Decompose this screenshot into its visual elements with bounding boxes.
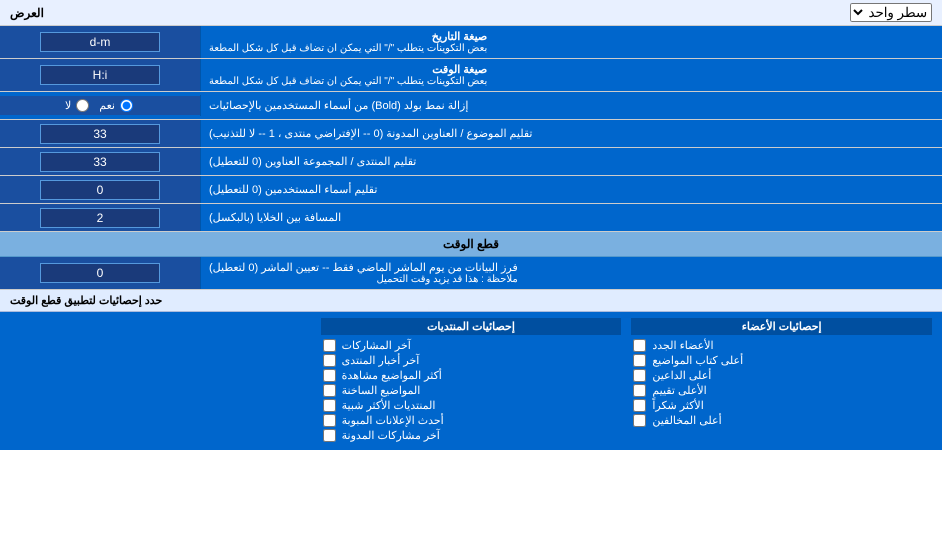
cutoff-row: فرز البيانات من يوم الماشر الماضي فقط --…: [0, 257, 942, 290]
display-select-area[interactable]: سطر واحد سطرين ثلاثة أسطر: [850, 3, 932, 22]
forum-title-count-input-area[interactable]: [0, 148, 200, 175]
cutoff-label: فرز البيانات من يوم الماشر الماضي فقط --…: [200, 257, 942, 289]
checkbox-top-topic-writers[interactable]: أعلى كتاب المواضيع: [631, 354, 932, 367]
date-format-row: صيغة التاريخ بعض التكوينات يتطلب "/" الت…: [0, 26, 942, 59]
col-empty: [10, 318, 311, 444]
gap-between-row: المسافة بين الخلايا (بالبكسل): [0, 204, 942, 232]
checkbox-top-inviters[interactable]: أعلى الداعين: [631, 369, 932, 382]
checkbox-latest-classified-ads[interactable]: أحدث الإعلانات المبوبة: [321, 414, 622, 427]
checkbox-top-rated-input[interactable]: [633, 384, 646, 397]
bold-remove-row: إزالة نمط بولد (Bold) من أسماء المستخدمي…: [0, 92, 942, 120]
checkbox-most-thankful[interactable]: الأكثر شكراً: [631, 399, 932, 412]
display-label: العرض: [10, 6, 44, 20]
checkbox-top-inviters-input[interactable]: [633, 369, 646, 382]
usernames-count-row: تقليم أسماء المستخدمين (0 للتعطيل): [0, 176, 942, 204]
col-forums-title: إحصائيات المنتديات: [321, 318, 622, 335]
forum-title-count-row: تقليم المنتدى / المجموعة العناوين (0 للت…: [0, 148, 942, 176]
date-format-input[interactable]: [40, 32, 160, 52]
usernames-count-label: تقليم أسماء المستخدمين (0 للتعطيل): [200, 176, 942, 203]
checkbox-latest-blog-posts[interactable]: آخر مشاركات المدونة: [321, 429, 622, 442]
time-format-label: صيغة الوقت بعض التكوينات يتطلب "/" التي …: [200, 59, 942, 91]
bold-remove-no-label[interactable]: لا: [65, 99, 91, 112]
checkbox-most-similar-forums[interactable]: المنتديات الأكثر شبية: [321, 399, 622, 412]
col-members-title: إحصائيات الأعضاء: [631, 318, 932, 335]
topic-title-count-input[interactable]: [40, 124, 160, 144]
checkbox-top-topic-writers-input[interactable]: [633, 354, 646, 367]
date-format-label: صيغة التاريخ بعض التكوينات يتطلب "/" الت…: [200, 26, 942, 58]
bold-remove-no-radio[interactable]: [76, 99, 89, 112]
checkbox-top-violators-input[interactable]: [633, 414, 646, 427]
gap-between-input[interactable]: [40, 208, 160, 228]
bold-remove-yes-label[interactable]: نعم: [99, 99, 135, 112]
col-members-stats: إحصائيات الأعضاء الأعضاء الجدد أعلى كتاب…: [631, 318, 932, 444]
cutoff-section-header: قطع الوقت: [0, 232, 942, 257]
checkbox-new-members[interactable]: الأعضاء الجدد: [631, 339, 932, 352]
bold-remove-yes-radio[interactable]: [120, 99, 133, 112]
forum-title-count-input[interactable]: [40, 152, 160, 172]
checkbox-most-viewed-input[interactable]: [323, 369, 336, 382]
checkbox-latest-classified-ads-input[interactable]: [323, 414, 336, 427]
time-format-input[interactable]: [40, 65, 160, 85]
gap-between-label: المسافة بين الخلايا (بالبكسل): [200, 204, 942, 231]
checkbox-latest-posts-input[interactable]: [323, 339, 336, 352]
topic-title-count-input-area[interactable]: [0, 120, 200, 147]
col-forums-stats: إحصائيات المنتديات آخر المشاركات آخر أخب…: [321, 318, 622, 444]
display-select[interactable]: سطر واحد سطرين ثلاثة أسطر: [850, 3, 932, 22]
bold-remove-radio-area: نعم لا: [0, 96, 200, 115]
time-format-row: صيغة الوقت بعض التكوينات يتطلب "/" التي …: [0, 59, 942, 92]
cutoff-input[interactable]: [40, 263, 160, 283]
limit-label-row: حدد إحصائيات لتطبيق قطع الوقت: [0, 290, 942, 312]
checkbox-top-violators[interactable]: أعلى المخالفين: [631, 414, 932, 427]
checkbox-most-viewed[interactable]: أكثر المواضيع مشاهدة: [321, 369, 622, 382]
checkbox-new-members-input[interactable]: [633, 339, 646, 352]
checkbox-latest-posts[interactable]: آخر المشاركات: [321, 339, 622, 352]
checkbox-most-similar-forums-input[interactable]: [323, 399, 336, 412]
checkbox-latest-blog-posts-input[interactable]: [323, 429, 336, 442]
display-row: سطر واحد سطرين ثلاثة أسطر العرض: [0, 0, 942, 26]
checkbox-forum-news-input[interactable]: [323, 354, 336, 367]
time-format-input-area[interactable]: [0, 59, 200, 91]
topic-title-count-row: تقليم الموضوع / العناوين المدونة (0 -- ا…: [0, 120, 942, 148]
gap-between-input-area[interactable]: [0, 204, 200, 231]
checkbox-top-rated[interactable]: الأعلى تقييم: [631, 384, 932, 397]
checkbox-hot-topics-input[interactable]: [323, 384, 336, 397]
date-format-input-area[interactable]: [0, 26, 200, 58]
forum-title-count-label: تقليم المنتدى / المجموعة العناوين (0 للت…: [200, 148, 942, 175]
bold-remove-label: إزالة نمط بولد (Bold) من أسماء المستخدمي…: [200, 95, 942, 116]
cutoff-input-area[interactable]: [0, 257, 200, 289]
usernames-count-input-area[interactable]: [0, 176, 200, 203]
usernames-count-input[interactable]: [40, 180, 160, 200]
checkbox-most-thankful-input[interactable]: [633, 399, 646, 412]
checkbox-hot-topics[interactable]: المواضيع الساخنة: [321, 384, 622, 397]
checkbox-forum-news[interactable]: آخر أخبار المنتدى: [321, 354, 622, 367]
checkboxes-area: إحصائيات الأعضاء الأعضاء الجدد أعلى كتاب…: [0, 312, 942, 450]
topic-title-count-label: تقليم الموضوع / العناوين المدونة (0 -- ا…: [200, 120, 942, 147]
main-container: سطر واحد سطرين ثلاثة أسطر العرض صيغة الت…: [0, 0, 942, 450]
